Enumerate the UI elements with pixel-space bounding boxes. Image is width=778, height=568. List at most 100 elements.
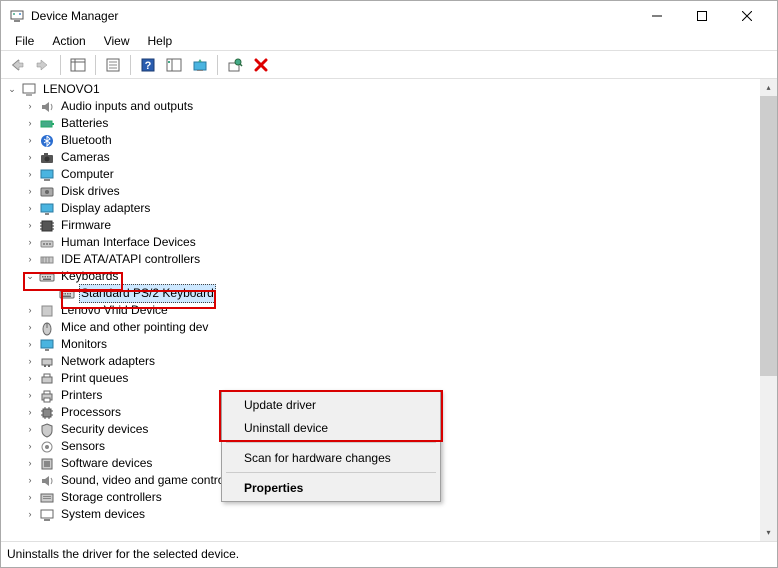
expand-icon[interactable]: › [23, 508, 37, 522]
tree-item[interactable]: › Print queues [5, 370, 760, 387]
expand-icon[interactable]: › [23, 253, 37, 267]
expand-icon[interactable]: › [23, 321, 37, 335]
device-icon [39, 303, 55, 319]
expand-icon[interactable]: › [23, 134, 37, 148]
context-menu: Update driver Uninstall device Scan for … [221, 390, 441, 502]
expand-icon[interactable]: › [23, 440, 37, 454]
keyboard-icon [59, 286, 75, 302]
status-bar: Uninstalls the driver for the selected d… [1, 542, 777, 566]
menu-help[interactable]: Help [140, 32, 181, 50]
mouse-icon [39, 320, 55, 336]
content-area: ⌄ LENOVO1 › Audio inputs and outputs ›Bat… [1, 79, 777, 542]
properties-button[interactable] [101, 53, 125, 77]
tree-item[interactable]: ›Disk drives [5, 183, 760, 200]
window-title: Device Manager [31, 9, 634, 23]
expand-icon[interactable]: › [23, 151, 37, 165]
title-bar: Device Manager [1, 1, 777, 31]
expand-icon[interactable]: ⌄ [5, 83, 19, 97]
tree-node-label: Software devices [59, 455, 154, 472]
tree-node-label: Display adapters [59, 200, 152, 217]
scroll-up-button[interactable]: ▴ [760, 79, 777, 96]
expand-icon[interactable]: › [23, 219, 37, 233]
scan-hardware-button[interactable] [223, 53, 247, 77]
tree-item[interactable]: › Audio inputs and outputs [5, 98, 760, 115]
scroll-track[interactable] [760, 96, 777, 524]
expand-icon[interactable]: › [23, 491, 37, 505]
tree-node-label: IDE ATA/ATAPI controllers [59, 251, 202, 268]
keyboard-icon [39, 269, 55, 285]
tree-item[interactable]: › System devices [5, 506, 760, 523]
show-hide-tree-button[interactable] [66, 53, 90, 77]
expand-icon[interactable]: › [23, 304, 37, 318]
tree-item[interactable]: › Lenovo Vhid Device [5, 302, 760, 319]
maximize-button[interactable] [679, 2, 724, 30]
context-update-driver[interactable]: Update driver [224, 393, 438, 416]
scroll-down-button[interactable]: ▾ [760, 524, 777, 541]
tree-node-label: Print queues [59, 370, 130, 387]
audio-icon [39, 99, 55, 115]
tree-node-label: Cameras [59, 149, 112, 166]
tree-item[interactable]: › Display adapters [5, 200, 760, 217]
expand-icon[interactable]: › [23, 474, 37, 488]
tree-item[interactable]: ›Monitors [5, 336, 760, 353]
expand-icon[interactable]: › [23, 457, 37, 471]
menu-file[interactable]: File [7, 32, 42, 50]
tree-root[interactable]: ⌄ LENOVO1 [5, 81, 760, 98]
tree-node-label: Computer [59, 166, 116, 183]
tree-item[interactable]: ›Mice and other pointing dev [5, 319, 760, 336]
update-driver-button[interactable] [188, 53, 212, 77]
tree-item[interactable]: ›Batteries [5, 115, 760, 132]
tree-item[interactable]: ›Firmware [5, 217, 760, 234]
context-scan-hardware[interactable]: Scan for hardware changes [224, 446, 438, 469]
tree-node-label: System devices [59, 506, 147, 523]
monitor-icon [39, 337, 55, 353]
tree-node-label: Processors [59, 404, 123, 421]
tree-node-label: Keyboards [59, 268, 120, 285]
tree-item[interactable]: › IDE ATA/ATAPI controllers [5, 251, 760, 268]
expand-icon[interactable]: › [23, 168, 37, 182]
tree-node-label: Bluetooth [59, 132, 114, 149]
back-button[interactable] [5, 53, 29, 77]
expand-icon[interactable]: › [23, 355, 37, 369]
tree-item[interactable]: › Cameras [5, 149, 760, 166]
expand-icon[interactable]: › [23, 372, 37, 386]
toolbar: ? [1, 51, 777, 79]
menu-view[interactable]: View [96, 32, 138, 50]
tree-item[interactable]: › Computer [5, 166, 760, 183]
software-icon [39, 456, 55, 472]
close-button[interactable] [724, 2, 769, 30]
action-button[interactable] [162, 53, 186, 77]
expand-icon[interactable]: › [23, 100, 37, 114]
tree-node-label: Lenovo Vhid Device [59, 302, 170, 319]
context-uninstall-device[interactable]: Uninstall device [224, 416, 438, 439]
help-button[interactable]: ? [136, 53, 160, 77]
tree-item-keyboards[interactable]: ⌄ Keyboards [5, 268, 760, 285]
tree-node-label: Storage controllers [59, 489, 164, 506]
scroll-thumb[interactable] [760, 96, 777, 376]
expand-icon[interactable]: › [23, 389, 37, 403]
uninstall-button[interactable] [249, 53, 273, 77]
tree-node-label: Printers [59, 387, 104, 404]
expand-icon[interactable]: › [23, 202, 37, 216]
expand-icon[interactable]: › [23, 338, 37, 352]
menu-action[interactable]: Action [44, 32, 93, 50]
bluetooth-icon [39, 133, 55, 149]
forward-button[interactable] [31, 53, 55, 77]
context-properties[interactable]: Properties [224, 476, 438, 499]
disk-icon [39, 184, 55, 200]
expand-icon[interactable]: › [23, 423, 37, 437]
svg-text:?: ? [145, 60, 152, 72]
tree-item[interactable]: ›Human Interface Devices [5, 234, 760, 251]
tree-node-label: Audio inputs and outputs [59, 98, 195, 115]
tree-item[interactable]: ›Network adapters [5, 353, 760, 370]
minimize-button[interactable] [634, 2, 679, 30]
vertical-scrollbar[interactable]: ▴ ▾ [760, 79, 777, 541]
tree-item-ps2-keyboard[interactable]: Standard PS/2 Keyboard [5, 285, 760, 302]
expand-icon[interactable]: › [23, 185, 37, 199]
tree-node-label: Sensors [59, 438, 107, 455]
expand-icon[interactable]: › [23, 117, 37, 131]
expand-icon[interactable]: › [23, 236, 37, 250]
tree-item[interactable]: › Bluetooth [5, 132, 760, 149]
expand-icon[interactable]: › [23, 406, 37, 420]
collapse-icon[interactable]: ⌄ [23, 270, 37, 284]
